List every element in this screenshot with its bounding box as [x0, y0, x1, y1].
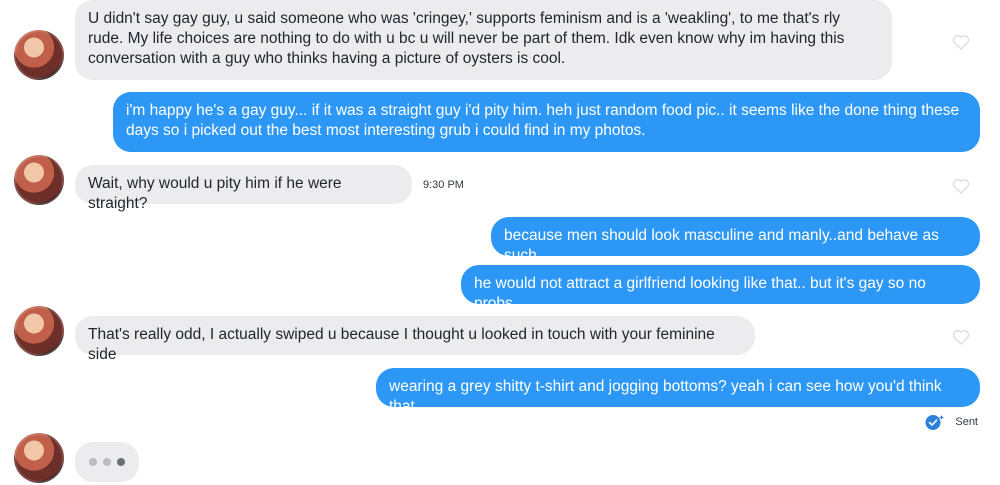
message-text: That's really odd, I actually swiped u b… [88, 326, 715, 363]
avatar[interactable] [14, 433, 64, 483]
typing-indicator [75, 442, 139, 482]
message-text: U didn't say gay guy, u said someone who… [88, 10, 845, 67]
avatar[interactable] [14, 306, 64, 356]
heart-outline-icon[interactable] [951, 327, 971, 347]
avatar[interactable] [14, 30, 64, 80]
message-text: Wait, why would u pity him if he were st… [88, 175, 342, 212]
message-text: wearing a grey shitty t-shirt and joggin… [389, 378, 942, 415]
message-outgoing: he would not attract a girlfriend lookin… [461, 265, 980, 312]
message-incoming: U didn't say gay guy, u said someone who… [75, 0, 892, 80]
message-incoming: Wait, why would u pity him if he were st… [75, 165, 412, 212]
heart-outline-icon[interactable] [951, 32, 971, 52]
message-text: because men should look masculine and ma… [504, 227, 939, 264]
typing-dot [89, 458, 97, 466]
chat-thread: U didn't say gay guy, u said someone who… [0, 0, 1000, 485]
avatar[interactable] [14, 155, 64, 205]
message-incoming: That's really odd, I actually swiped u b… [75, 316, 755, 363]
check-circle-icon [925, 415, 945, 430]
message-text: he would not attract a girlfriend lookin… [474, 275, 926, 312]
message-outgoing: i'm happy he's a gay guy... if it was a … [113, 92, 980, 152]
message-text: i'm happy he's a gay guy... if it was a … [126, 102, 960, 139]
heart-outline-icon[interactable] [951, 176, 971, 196]
sent-label: Sent [955, 416, 978, 428]
message-timestamp: 9:30 PM [423, 179, 464, 191]
typing-dot [117, 458, 125, 466]
message-outgoing: wearing a grey shitty t-shirt and joggin… [376, 368, 980, 415]
message-outgoing: because men should look masculine and ma… [491, 217, 980, 264]
typing-dot [103, 458, 111, 466]
sent-status: Sent [924, 413, 978, 431]
